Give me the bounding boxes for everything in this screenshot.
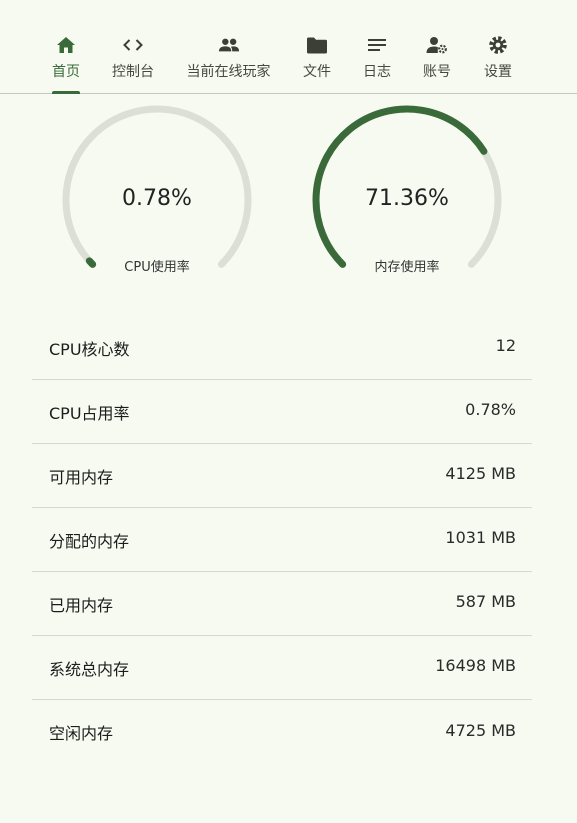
stat-label: 已用内存 xyxy=(49,595,114,615)
stat-value: 4125 MB xyxy=(445,464,516,483)
stat-label: 系统总内存 xyxy=(49,659,130,679)
stat-value: 16498 MB xyxy=(435,656,516,675)
stat-row-total-memory: 系统总内存 16498 MB xyxy=(32,636,532,700)
tab-label: 日志 xyxy=(363,64,391,80)
stat-value: 587 MB xyxy=(455,592,516,611)
stat-label: 分配的内存 xyxy=(49,531,130,551)
tab-label: 首页 xyxy=(52,64,80,80)
top-navigation: 首页 控制台 当前在线玩家 文件 日志 账号 设置 xyxy=(0,0,577,94)
gear-icon xyxy=(487,34,509,56)
tab-label: 当前在线玩家 xyxy=(186,64,271,80)
memory-usage-gauge: 71.36% 内存使用率 xyxy=(305,100,509,280)
group-icon xyxy=(218,34,240,56)
cpu-usage-caption: CPU使用率 xyxy=(124,260,190,275)
tab-settings[interactable]: 设置 xyxy=(484,34,512,94)
active-tab-indicator xyxy=(52,91,80,94)
stat-label: 空闲内存 xyxy=(49,724,114,743)
tab-label: 控制台 xyxy=(112,64,154,80)
memory-usage-value: 71.36% xyxy=(365,186,449,211)
folder-icon xyxy=(306,34,328,56)
tab-label: 文件 xyxy=(303,64,331,80)
tab-home[interactable]: 首页 xyxy=(52,34,80,94)
cpu-usage-value: 0.78% xyxy=(122,186,192,211)
tab-label: 账号 xyxy=(423,64,451,80)
stat-row-cpu-cores: CPU核心数 12 xyxy=(32,316,532,380)
code-icon xyxy=(122,34,144,56)
stat-row-allocated-memory: 分配的内存 1031 MB xyxy=(32,508,532,572)
tab-files[interactable]: 文件 xyxy=(303,34,331,94)
tab-online-players[interactable]: 当前在线玩家 xyxy=(186,34,271,94)
tab-account[interactable]: 账号 xyxy=(423,34,451,94)
home-icon xyxy=(55,34,77,56)
stat-row-free-memory: 空闲内存 4725 MB xyxy=(32,700,532,764)
stat-value: 12 xyxy=(495,336,516,355)
notes-icon xyxy=(366,34,388,56)
stat-label: 可用内存 xyxy=(49,467,114,487)
stat-label: CPU占用率 xyxy=(49,403,130,423)
stat-value: 0.78% xyxy=(465,400,516,419)
tab-label: 设置 xyxy=(484,64,512,80)
stat-label: CPU核心数 xyxy=(49,339,130,359)
stat-row-available-memory: 可用内存 4125 MB xyxy=(32,444,532,508)
tab-console[interactable]: 控制台 xyxy=(112,34,154,94)
stat-row-cpu-usage: CPU占用率 0.78% xyxy=(32,380,532,444)
stat-value: 4725 MB xyxy=(445,720,516,740)
stat-value: 1031 MB xyxy=(445,528,516,547)
tab-logs[interactable]: 日志 xyxy=(363,34,391,94)
system-stats-list: CPU核心数 12 CPU占用率 0.78% 可用内存 4125 MB 分配的内… xyxy=(32,316,532,764)
memory-usage-caption: 内存使用率 xyxy=(374,260,440,275)
manage-account-icon xyxy=(426,34,448,56)
stat-row-used-memory: 已用内存 587 MB xyxy=(32,572,532,636)
cpu-usage-gauge: 0.78% CPU使用率 xyxy=(55,100,259,280)
